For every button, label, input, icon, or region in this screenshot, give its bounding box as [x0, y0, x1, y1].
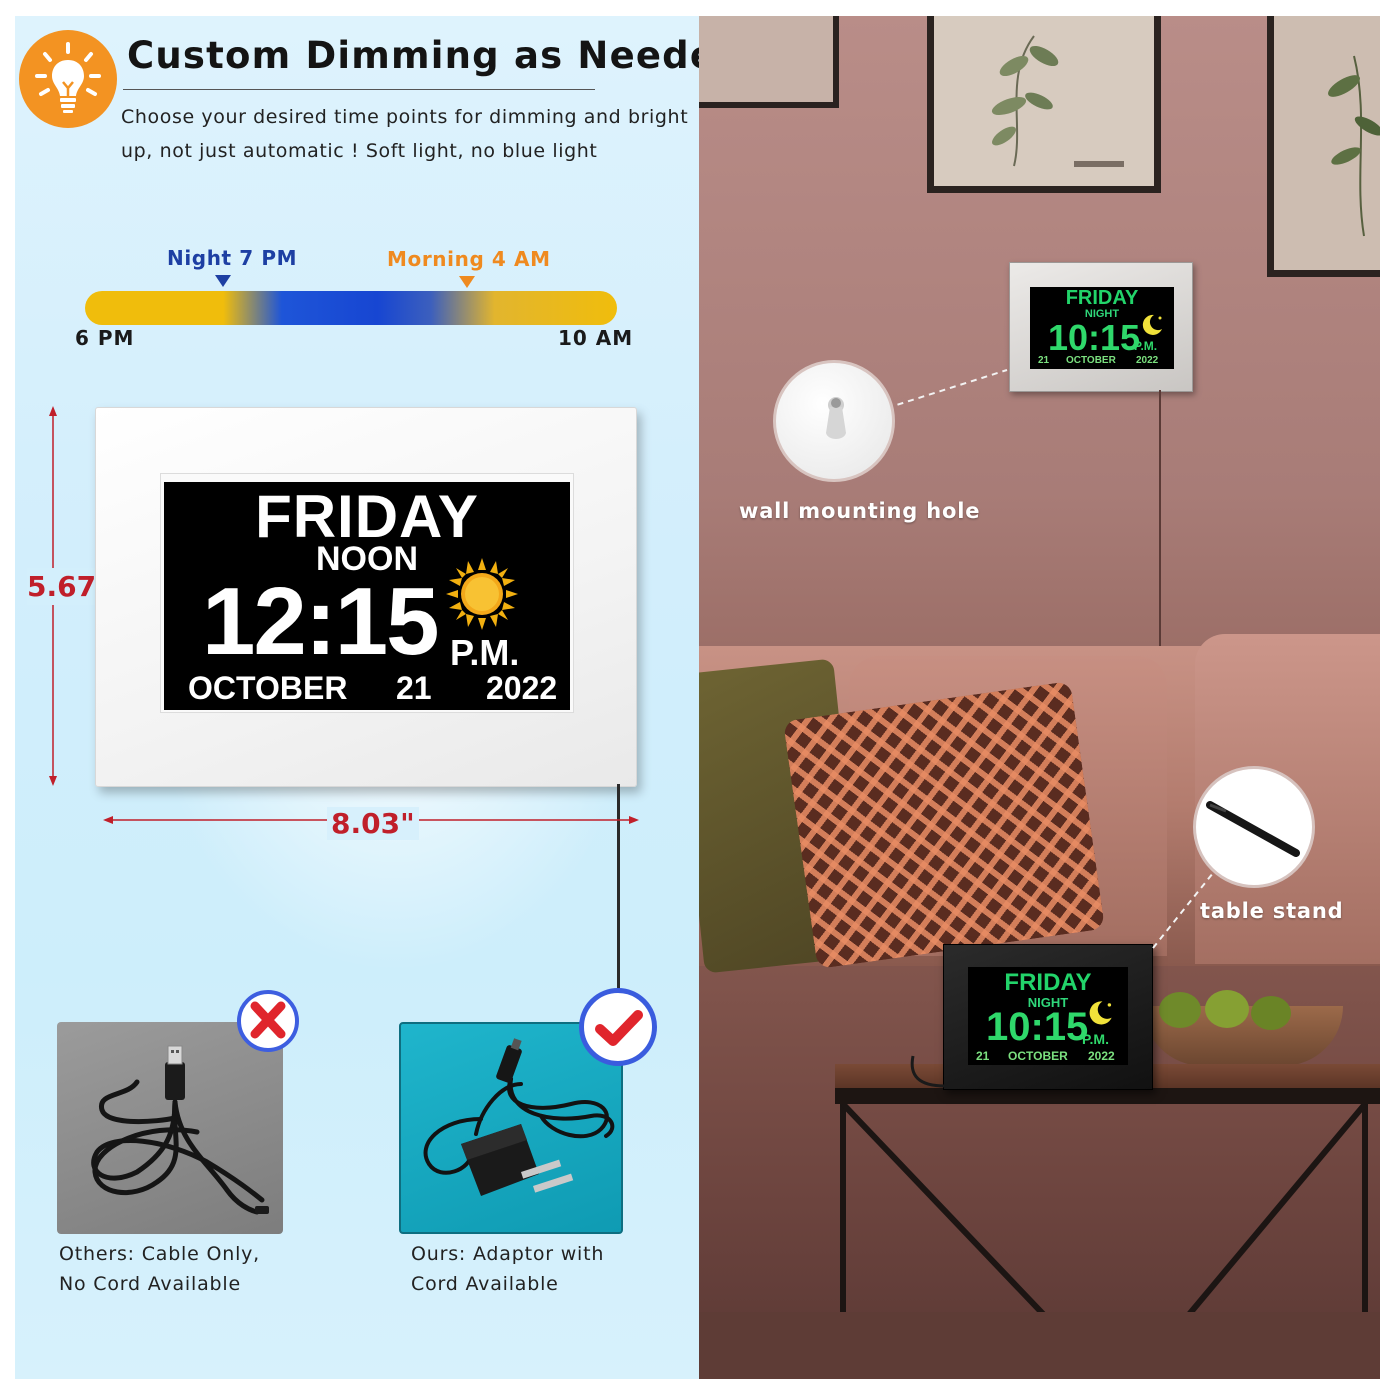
fruit-1 — [1159, 992, 1201, 1028]
leaf-picture-icon — [1328, 55, 1380, 237]
clock-ampm: P.M. — [450, 632, 520, 673]
moon-icon — [1142, 314, 1162, 335]
x-mark-badge — [237, 990, 299, 1052]
check-mark-icon — [595, 1010, 643, 1046]
table-stand-label: table stand — [1200, 899, 1344, 923]
ours-caption-line-2: Cord Available — [411, 1273, 559, 1295]
fruit-2 — [1205, 990, 1249, 1028]
ours-caption-line-1: Ours: Adaptor with — [411, 1243, 605, 1265]
others-caption-line-1: Others: Cable Only, — [59, 1243, 261, 1265]
others-caption-line-2: No Cord Available — [59, 1273, 241, 1295]
floor — [699, 1312, 1380, 1379]
morning-marker-label: Morning 4 AM — [387, 247, 551, 271]
wall-clock-time: 10:15 — [1048, 317, 1141, 358]
clock-year: 2022 — [486, 670, 558, 706]
morning-marker-arrow-icon — [459, 276, 475, 288]
night-marker-label: Night 7 PM — [167, 246, 298, 270]
clock-screen: FRIDAY NOON 12:15 P.M. OCTOBER 21 2022 — [164, 482, 570, 710]
wall-clock-day: FRIDAY — [1065, 287, 1139, 309]
light-bulb-badge — [19, 30, 117, 128]
width-dimension-label: 8.03" — [327, 807, 419, 840]
description: Choose your desired time points for dimm… — [121, 100, 699, 168]
page-title: Custom Dimming as Needed — [127, 34, 699, 77]
wall-mounting-hole-label: wall mounting hole — [739, 499, 981, 523]
description-line-1: Choose your desired time points for dimm… — [121, 106, 689, 128]
usb-cable-icon — [91, 1045, 269, 1215]
clock-time: 12:15 — [202, 568, 440, 675]
table-clock-ampm: P.M. — [1082, 1031, 1109, 1047]
patterned-pillow — [783, 681, 1105, 969]
keyhole-icon — [826, 397, 846, 439]
table-stand-clock: FRIDAY NIGHT 10:15 P.M. 21 OCTOBER 2022 — [943, 944, 1153, 1090]
title-divider — [123, 89, 595, 90]
wall-clock-screen: FRIDAY NIGHT 10:15 P.M. 21 OCTOBER 2022 — [1030, 287, 1174, 369]
room-scene-panel: FRIDAY NIGHT 10:15 P.M. 21 OCTOBER 2022 … — [699, 16, 1380, 1379]
table-stand-zoom — [1193, 766, 1315, 888]
dimming-timeline-bar — [85, 291, 617, 325]
table-clock-date: 21 — [976, 1049, 990, 1063]
table-clock-year: 2022 — [1088, 1049, 1115, 1063]
timeline-start-label: 6 PM — [75, 326, 135, 350]
wall-mounting-hole-zoom — [773, 360, 895, 482]
wall-clock-month: OCTOBER — [1066, 355, 1116, 366]
wall-picture-right — [1267, 16, 1380, 277]
wall-clock-cord — [1159, 390, 1161, 650]
dimming-info-panel: Custom Dimming as Needed Choose your des… — [15, 16, 699, 1379]
table-clock-cord — [910, 1055, 946, 1088]
table-clock-month: OCTOBER — [1008, 1049, 1068, 1063]
fruit-3 — [1251, 996, 1291, 1030]
table-clock-screen: FRIDAY NIGHT 10:15 P.M. 21 OCTOBER 2022 — [968, 967, 1128, 1065]
light-bulb-icon — [35, 42, 101, 113]
x-mark-icon — [250, 1001, 286, 1039]
stand-leg-icon — [1206, 801, 1300, 857]
table-clock-day: FRIDAY — [1004, 969, 1092, 996]
clock-date: 21 — [396, 670, 432, 706]
cable-only-card — [57, 1022, 283, 1234]
wall-clock-year: 2022 — [1136, 355, 1159, 366]
clock-bezel: FRIDAY NOON 12:15 P.M. OCTOBER 21 2022 — [160, 473, 574, 713]
plant-picture-icon — [991, 35, 1124, 167]
wall-clock-date: 21 — [1038, 355, 1050, 366]
ours-caption: Ours: Adaptor with Cord Available — [411, 1239, 604, 1299]
white-frame-clock: FRIDAY NOON 12:15 P.M. OCTOBER 21 2022 — [95, 407, 637, 787]
sun-icon — [446, 558, 518, 630]
moon-icon — [1089, 1001, 1112, 1025]
night-marker-arrow-icon — [215, 275, 231, 287]
check-mark-badge — [579, 988, 657, 1066]
wall-hole-pointer-line — [886, 369, 1008, 409]
wall-clock-ampm: P.M. — [1134, 339, 1158, 353]
table-clock-time: 10:15 — [986, 1005, 1089, 1049]
timeline-end-label: 10 AM — [558, 326, 634, 350]
description-line-2: up, not just automatic ! Soft light, no … — [121, 140, 598, 162]
wall-picture-center — [927, 16, 1161, 193]
others-caption: Others: Cable Only, No Cord Available — [59, 1239, 260, 1299]
wall-picture-left — [699, 16, 839, 108]
clock-month: OCTOBER — [188, 670, 348, 706]
wall-mounted-clock: FRIDAY NIGHT 10:15 P.M. 21 OCTOBER 2022 — [1009, 262, 1193, 392]
